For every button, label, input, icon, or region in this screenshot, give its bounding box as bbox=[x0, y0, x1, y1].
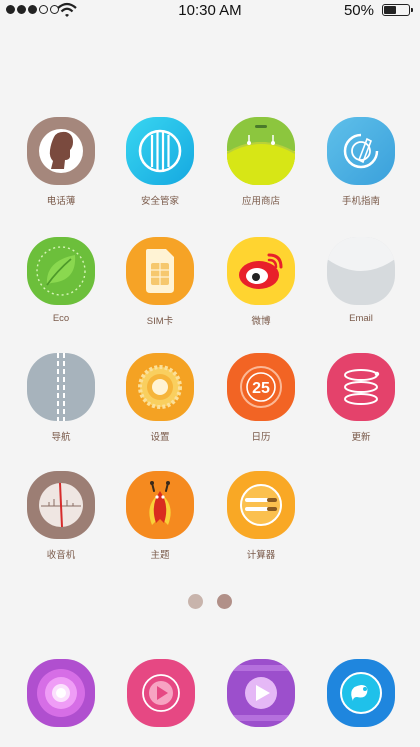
theme-icon bbox=[126, 471, 194, 539]
app-weibo[interactable]: 微博 bbox=[211, 237, 311, 327]
app-label: 日历 bbox=[251, 432, 271, 443]
email-icon bbox=[327, 237, 395, 305]
app-store[interactable]: 应用商店 bbox=[211, 117, 311, 207]
app-label: 微博 bbox=[251, 316, 271, 327]
app-label: SIM卡 bbox=[146, 316, 174, 327]
update-icon bbox=[327, 353, 395, 421]
app-navigation[interactable]: 导航 bbox=[11, 353, 111, 443]
camera-icon[interactable] bbox=[27, 659, 95, 727]
app-label: 更新 bbox=[351, 432, 371, 443]
sim-card-icon bbox=[126, 237, 194, 305]
contacts-icon bbox=[27, 117, 95, 185]
navigation-icon bbox=[27, 353, 95, 421]
calendar-icon: 25 bbox=[227, 353, 295, 421]
app-calculator[interactable]: 计算器 bbox=[211, 471, 311, 561]
status-bar: 10:30 AM 50% bbox=[0, 0, 420, 22]
app-label: 计算器 bbox=[246, 550, 276, 561]
app-theme[interactable]: 主题 bbox=[110, 471, 210, 561]
app-calendar[interactable]: 25 日历 bbox=[211, 353, 311, 443]
settings-icon bbox=[126, 353, 194, 421]
app-label: 主题 bbox=[150, 550, 170, 561]
calendar-day-number: 25 bbox=[252, 380, 270, 397]
app-label: Email bbox=[349, 313, 373, 324]
app-label: 电话薄 bbox=[46, 196, 76, 207]
app-label: 设置 bbox=[150, 432, 170, 443]
weibo-icon bbox=[227, 237, 295, 305]
app-store-icon bbox=[227, 117, 295, 185]
page-indicator[interactable] bbox=[0, 594, 420, 609]
app-radio[interactable]: 收音机 bbox=[11, 471, 111, 561]
calculator-icon bbox=[227, 471, 295, 539]
security-icon bbox=[126, 117, 194, 185]
app-security[interactable]: 安全管家 bbox=[110, 117, 210, 207]
eco-leaf-icon bbox=[27, 237, 95, 305]
app-label: Eco bbox=[52, 313, 70, 324]
app-eco[interactable]: Eco bbox=[11, 237, 111, 324]
app-label: 应用商店 bbox=[241, 196, 280, 207]
app-contacts[interactable]: 电话薄 bbox=[11, 117, 111, 207]
app-sim-card[interactable]: SIM卡 bbox=[110, 237, 210, 327]
app-label: 导航 bbox=[51, 432, 71, 443]
app-update[interactable]: 更新 bbox=[311, 353, 411, 443]
browser-icon[interactable] bbox=[327, 659, 395, 727]
app-label: 安全管家 bbox=[140, 196, 179, 207]
radio-icon bbox=[27, 471, 95, 539]
music-player-icon[interactable] bbox=[127, 659, 195, 727]
page-dot-active[interactable] bbox=[217, 594, 232, 609]
app-phone-guide[interactable]: 手机指南 bbox=[311, 117, 411, 207]
app-label: 收音机 bbox=[46, 550, 76, 561]
app-settings[interactable]: 设置 bbox=[110, 353, 210, 443]
page-dot[interactable] bbox=[188, 594, 203, 609]
video-player-icon[interactable] bbox=[227, 659, 295, 727]
battery-percent: 50% bbox=[343, 2, 374, 19]
phone-guide-icon bbox=[327, 117, 395, 185]
app-label: 手机指南 bbox=[341, 196, 380, 207]
app-email[interactable]: Email bbox=[311, 237, 411, 324]
battery-icon bbox=[382, 4, 413, 16]
